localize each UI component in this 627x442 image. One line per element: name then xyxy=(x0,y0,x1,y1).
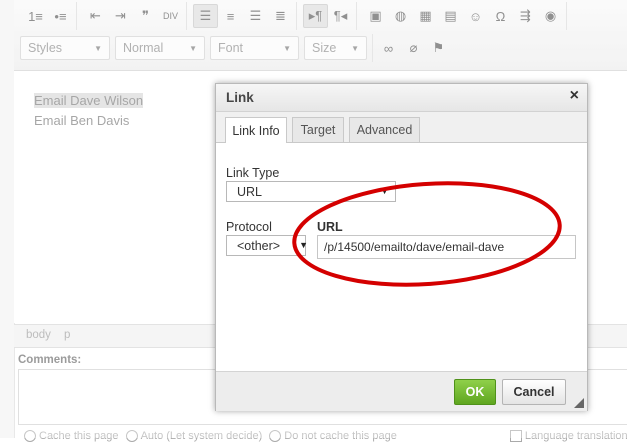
resize-handle-icon[interactable] xyxy=(574,398,584,408)
dialog-title-bar[interactable]: Link × xyxy=(216,84,587,112)
protocol-select[interactable]: <other> ▼ xyxy=(226,235,308,256)
url-value: /p/14500/emailto/dave/email-dave xyxy=(324,240,505,254)
url-label: URL xyxy=(317,220,343,234)
ok-button[interactable]: OK xyxy=(454,379,496,405)
link-type-label: Link Type xyxy=(226,166,280,180)
dialog-footer: OK Cancel xyxy=(216,371,587,411)
protocol-label: Protocol xyxy=(226,220,272,234)
link-type-select[interactable]: URL ▼ xyxy=(226,181,396,202)
protocol-value: <other> xyxy=(237,238,281,253)
url-input[interactable]: /p/14500/emailto/dave/email-dave xyxy=(317,235,576,259)
tab-link-info[interactable]: Link Info xyxy=(225,117,287,143)
link-type-value: URL xyxy=(237,184,263,199)
chevron-down-icon: ▼ xyxy=(380,186,389,196)
close-icon[interactable]: × xyxy=(570,87,579,105)
link-dialog: Link × Link Info Target Advanced Link Ty… xyxy=(215,83,588,411)
tab-advanced[interactable]: Advanced xyxy=(349,117,420,142)
dialog-tabs: Link Info Target Advanced xyxy=(216,112,587,143)
tab-target[interactable]: Target xyxy=(292,117,344,142)
cancel-button[interactable]: Cancel xyxy=(502,379,566,405)
chevron-down-icon: ▼ xyxy=(299,240,308,250)
dialog-title: Link xyxy=(226,90,254,105)
